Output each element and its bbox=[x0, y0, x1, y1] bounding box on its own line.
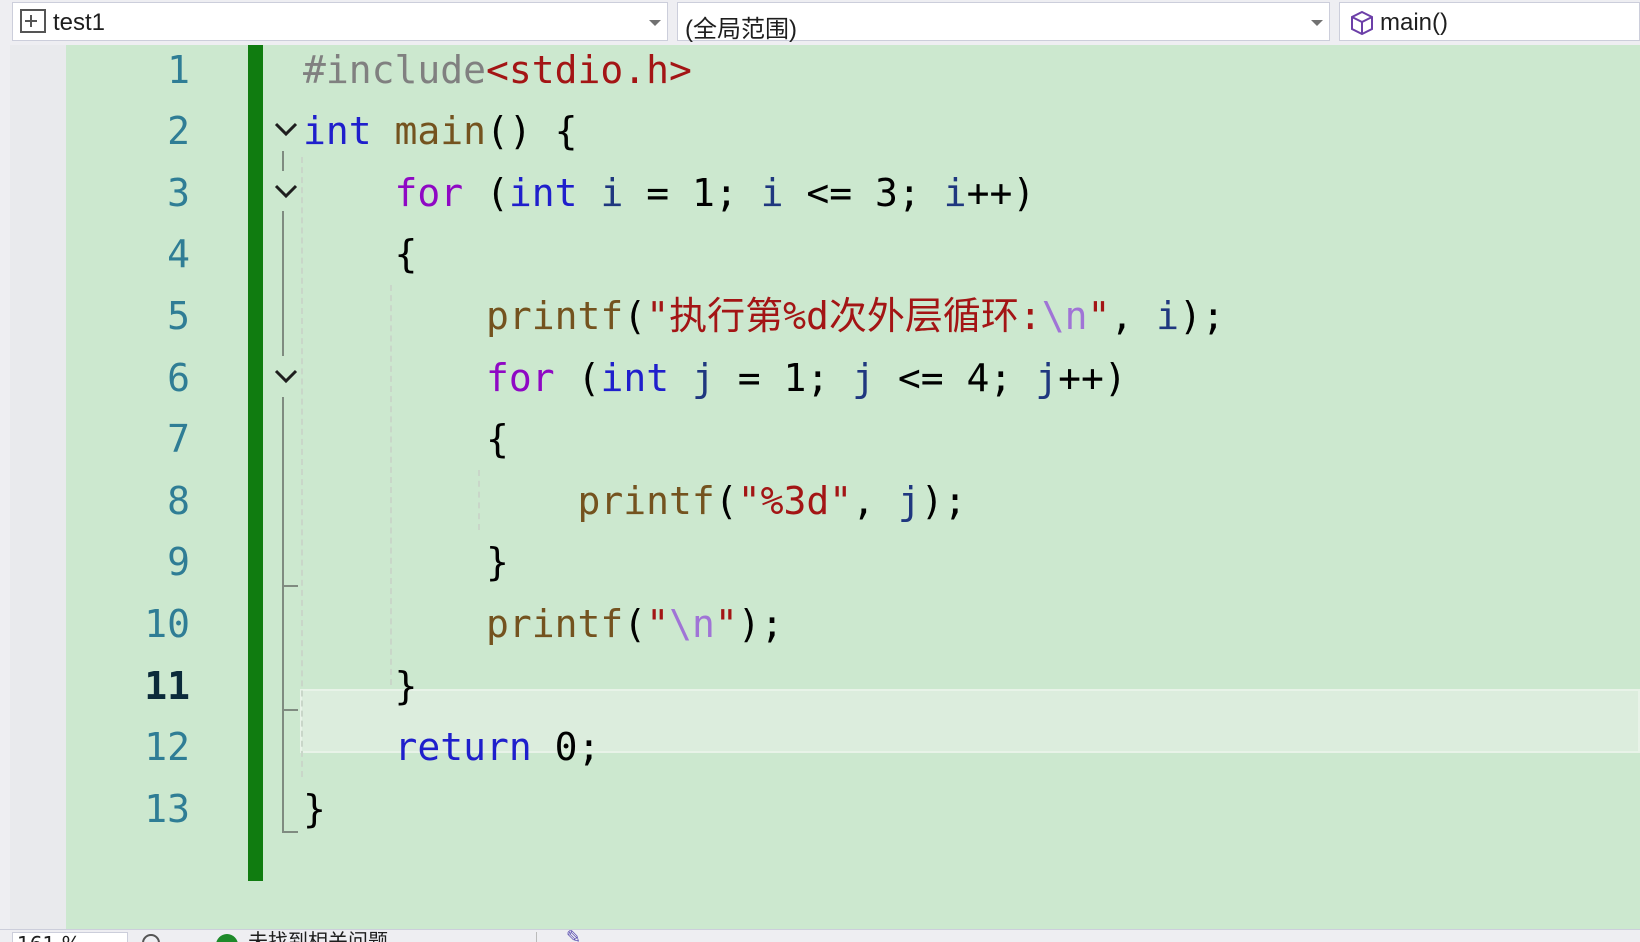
code-line[interactable]: } bbox=[303, 789, 326, 829]
line-number: 5 bbox=[167, 294, 190, 338]
outline-guide-end bbox=[282, 585, 298, 587]
line-number-current: 11 bbox=[144, 664, 190, 708]
code-line[interactable]: for (int j = 1; j <= 4; j++) bbox=[303, 358, 1127, 398]
line-number: 10 bbox=[144, 602, 190, 646]
chevron-down-icon[interactable] bbox=[649, 20, 661, 26]
code-cleanup-icon[interactable]: ✎ bbox=[566, 930, 590, 942]
fold-chevron-icon[interactable] bbox=[272, 362, 300, 390]
scope-dropdown[interactable]: (全局范围) bbox=[677, 2, 1330, 43]
issues-icon[interactable] bbox=[142, 934, 160, 942]
zoom-level[interactable]: 161 % bbox=[12, 932, 128, 942]
line-number: 12 bbox=[144, 725, 190, 769]
cube-icon bbox=[1351, 10, 1373, 36]
project-name: test1 bbox=[53, 9, 106, 36]
code-line[interactable]: int main() { bbox=[303, 111, 578, 151]
fold-chevron-icon[interactable] bbox=[272, 177, 300, 205]
code-line[interactable]: printf("\n"); bbox=[303, 604, 783, 644]
check-icon bbox=[216, 934, 238, 942]
line-number: 1 bbox=[167, 48, 190, 92]
code-line[interactable]: { bbox=[303, 234, 418, 274]
line-number: 8 bbox=[167, 479, 190, 523]
line-number: 2 bbox=[167, 109, 190, 153]
issues-status[interactable]: 未找到相关问题 bbox=[248, 930, 388, 942]
code-line[interactable]: } bbox=[303, 542, 509, 582]
separator bbox=[536, 932, 537, 942]
fold-chevron-icon[interactable] bbox=[272, 115, 300, 143]
project-dropdown[interactable]: test1 bbox=[12, 2, 668, 41]
outline-guide bbox=[282, 151, 284, 171]
code-line[interactable]: #include<stdio.h> bbox=[303, 50, 692, 90]
chevron-down-icon[interactable] bbox=[1311, 20, 1323, 26]
outline-guide bbox=[282, 397, 284, 585]
code-line-current[interactable]: } bbox=[303, 666, 418, 706]
outline-guide bbox=[282, 585, 284, 709]
status-bar: 161 % 未找到相关问题 ✎ bbox=[0, 929, 1640, 942]
project-icon bbox=[20, 9, 46, 33]
outline-guide bbox=[282, 709, 284, 833]
line-number: 6 bbox=[167, 356, 190, 400]
scope-name: (全局范围) bbox=[685, 16, 797, 43]
code-line[interactable]: { bbox=[303, 419, 509, 459]
outline-guide bbox=[282, 211, 284, 356]
outline-guide-end bbox=[282, 709, 298, 711]
line-number: 9 bbox=[167, 540, 190, 584]
code-line[interactable]: printf("%3d", j); bbox=[303, 481, 967, 521]
member-dropdown[interactable]: main() bbox=[1339, 2, 1640, 41]
line-number: 13 bbox=[144, 787, 190, 831]
line-number: 4 bbox=[167, 232, 190, 276]
line-number: 7 bbox=[167, 417, 190, 461]
change-tracking-bar bbox=[248, 45, 263, 881]
code-line[interactable]: return 0; bbox=[303, 727, 601, 767]
member-name: main() bbox=[1380, 9, 1449, 36]
navigation-bar: test1 (全局范围) main() bbox=[0, 0, 1640, 45]
line-number: 3 bbox=[167, 171, 190, 215]
code-editor[interactable]: 1 2 3 4 5 6 7 8 9 10 11 12 13 #include<s… bbox=[10, 45, 1640, 929]
code-line[interactable]: for (int i = 1; i <= 3; i++) bbox=[303, 173, 1036, 213]
outline-guide-end bbox=[282, 831, 298, 833]
code-line[interactable]: printf("执行第%d次外层循环:\n", i); bbox=[303, 296, 1225, 336]
